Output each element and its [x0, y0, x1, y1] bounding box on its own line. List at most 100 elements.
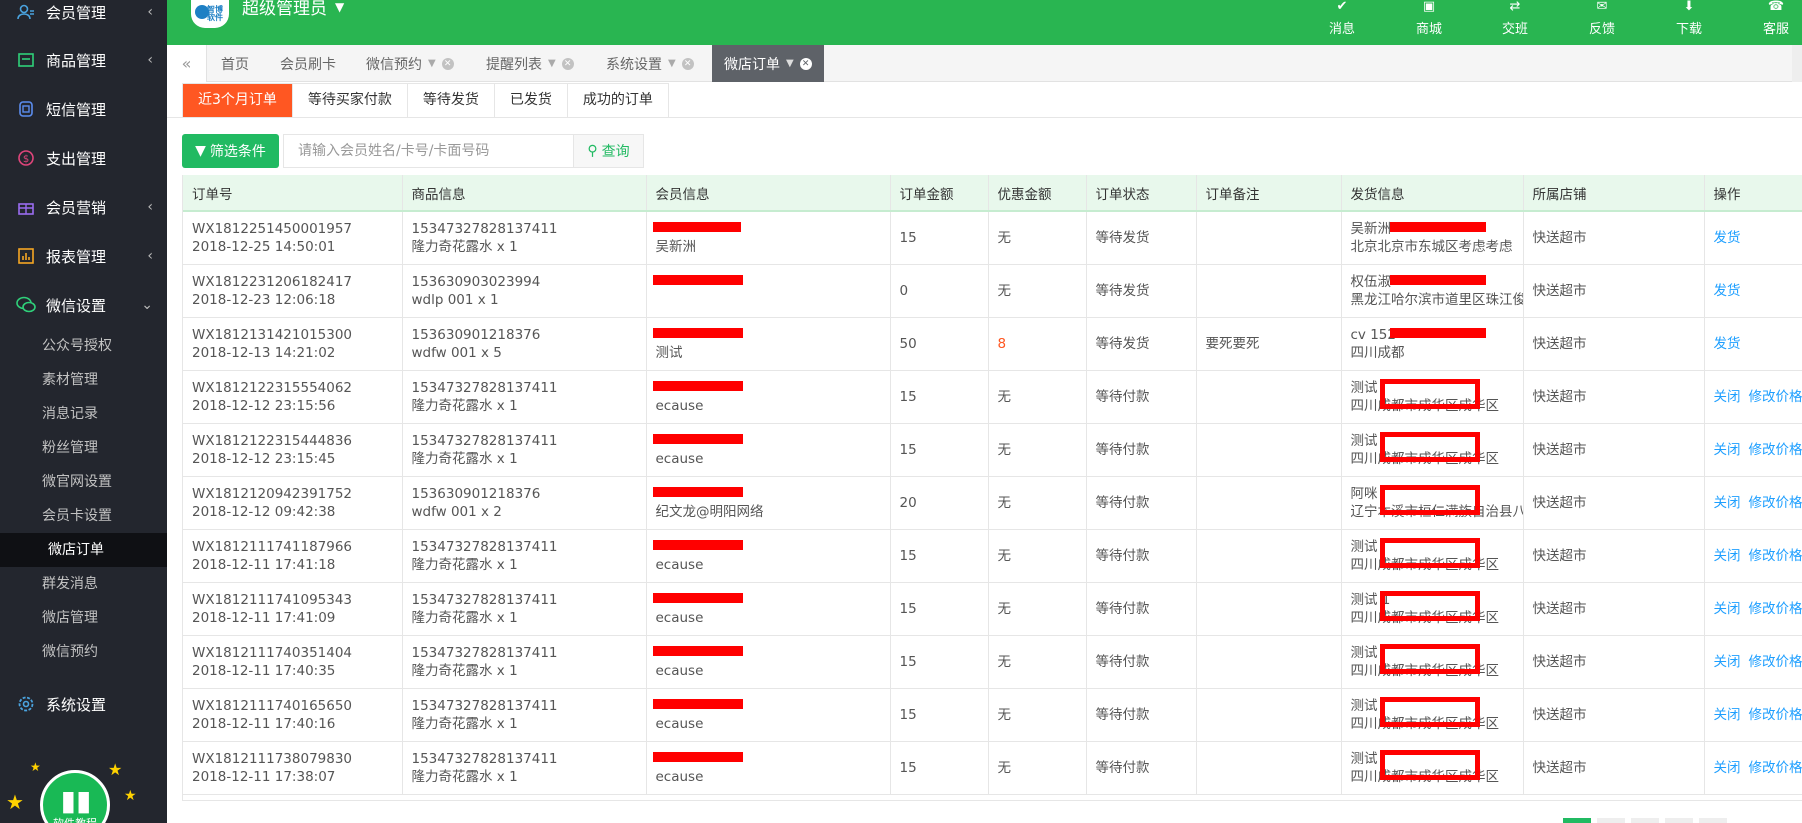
nav-label: 客服: [1762, 22, 1789, 37]
pin-icon[interactable]: ▼: [786, 58, 794, 69]
table-cell-member-line1: ecause: [646, 582, 891, 636]
subtab-awaiting-shipment[interactable]: 等待发货: [406, 84, 494, 117]
tab-reminder-list[interactable]: 提醒列表 ▼ ✕: [486, 45, 574, 82]
sidebar-sub-item[interactable]: 素材管理: [0, 363, 167, 397]
cell-text: 15347327828137411: [411, 591, 558, 608]
horizontal-scrollbar[interactable]: [182, 800, 1802, 823]
modify-price-button[interactable]: 修改价格: [1749, 389, 1802, 405]
nav-download[interactable]: ⬇ 下载: [1659, 0, 1719, 45]
tab-label: 会员刷卡: [280, 56, 336, 73]
nav-message[interactable]: ✔ 消息: [1312, 0, 1372, 45]
sidebar-item-report[interactable]: 报表管理 ‹: [0, 232, 167, 280]
sidebar-sub-item[interactable]: 会员卡设置: [0, 499, 167, 533]
close-order-button[interactable]: 关闭: [1714, 442, 1741, 458]
modify-price-button[interactable]: 修改价格: [1749, 654, 1802, 670]
tab-home[interactable]: 首页: [221, 45, 249, 82]
pagination-item[interactable]: [1665, 818, 1693, 823]
orders-table-container: 订单号 商品信息 会员信息 订单金额 优惠金额 订单状态 订单备注 发货信息 所…: [182, 175, 1802, 800]
sidebar-item-expense[interactable]: $ 支出管理: [0, 134, 167, 182]
cell-text: 15347327828137411: [411, 379, 558, 396]
nav-feedback[interactable]: ✉ 反馈: [1572, 0, 1632, 45]
ship-button[interactable]: 发货: [1714, 230, 1741, 246]
pin-icon[interactable]: ▼: [428, 58, 436, 69]
pagination-item[interactable]: [1699, 818, 1727, 823]
cell-text: 无: [997, 706, 1012, 723]
tab-wechat-store-orders[interactable]: 微店订单 ▼ ✕: [712, 45, 824, 82]
cell-text: 2018-12-11 17:38:07: [192, 768, 336, 785]
modify-price-button[interactable]: 修改价格: [1749, 707, 1802, 723]
tutorial-button[interactable]: ▮▮ 软件教程: [40, 770, 110, 823]
pagination-current[interactable]: [1563, 818, 1591, 823]
sidebar-item-marketing[interactable]: 会员营销 ‹: [0, 183, 167, 231]
tab-wechat-booking[interactable]: 微信预约 ▼ ✕: [366, 45, 454, 82]
search-button[interactable]: ⚲ 查询: [573, 134, 644, 168]
sidebar-item-goods[interactable]: 商品管理 ‹: [0, 36, 167, 84]
sidebar-sub-item[interactable]: 粉丝管理: [0, 431, 167, 465]
sms-icon: [16, 99, 36, 119]
close-icon[interactable]: ✕: [441, 57, 454, 70]
tab-scroll-left-button[interactable]: «: [167, 45, 207, 82]
pin-icon[interactable]: ▼: [668, 58, 676, 69]
pin-icon[interactable]: ▼: [548, 58, 556, 69]
sidebar-item-system[interactable]: 系统设置: [0, 680, 167, 728]
sidebar-sub-item[interactable]: 微信预约: [0, 635, 167, 669]
modify-price-button[interactable]: 修改价格: [1749, 548, 1802, 564]
sidebar-sub-item[interactable]: 消息记录: [0, 397, 167, 431]
table-cell-remark: [1196, 211, 1342, 265]
sidebar-sub-item-active[interactable]: 微店订单: [0, 533, 167, 567]
table-cell-member-line1: ecause: [646, 688, 891, 742]
sidebar-item-member[interactable]: 会员管理 ‹: [0, 0, 167, 36]
cell-text: ecause: [655, 715, 704, 732]
cell-text: ecause: [655, 556, 704, 573]
close-order-button[interactable]: 关闭: [1714, 707, 1741, 723]
ship-button[interactable]: 发货: [1714, 283, 1741, 299]
sidebar-sub-item[interactable]: 微官网设置: [0, 465, 167, 499]
modify-price-button[interactable]: 修改价格: [1749, 442, 1802, 458]
close-order-button[interactable]: 关闭: [1714, 601, 1741, 617]
sidebar-sub-item[interactable]: 微店管理: [0, 601, 167, 635]
sidebar-item-wechat[interactable]: 微信设置 ⌄: [0, 281, 167, 329]
close-order-button[interactable]: 关闭: [1714, 654, 1741, 670]
modify-price-button[interactable]: 修改价格: [1749, 601, 1802, 617]
scrollbar[interactable]: [1792, 45, 1802, 82]
sidebar-sub-item[interactable]: 群发消息: [0, 567, 167, 601]
modify-price-button[interactable]: 修改价格: [1749, 495, 1802, 511]
table-cell-goods-code: 15347327828137411 隆力奇花露水 x 1: [402, 370, 647, 424]
redaction-mark: [1379, 484, 1480, 515]
filter-button[interactable]: ▼ 筛选条件: [182, 134, 279, 168]
table-row: WX1812111740165650 2018-12-11 17:40:16 153…: [183, 688, 1802, 742]
sidebar-sub-item[interactable]: 公众号授权: [0, 329, 167, 363]
tab-system-settings[interactable]: 系统设置 ▼ ✕: [606, 45, 694, 82]
close-order-button[interactable]: 关闭: [1714, 760, 1741, 776]
subtab-awaiting-payment[interactable]: 等待买家付款: [291, 84, 407, 117]
sidebar-item-sms[interactable]: 短信管理: [0, 85, 167, 133]
nav-shift[interactable]: ⇄ 交班: [1485, 0, 1545, 45]
table-cell-goods-code: 15347327828137411 隆力奇花露水 x 1: [402, 741, 647, 795]
ship-button[interactable]: 发货: [1714, 336, 1741, 352]
close-icon[interactable]: ✕: [681, 57, 694, 70]
cell-text: 15347327828137411: [411, 697, 558, 714]
search-input[interactable]: [283, 134, 573, 168]
filter-icon: ▼: [195, 143, 206, 159]
close-icon[interactable]: ✕: [799, 57, 812, 70]
close-order-button[interactable]: 关闭: [1714, 495, 1741, 511]
redaction-mark: [652, 486, 743, 497]
nav-mall[interactable]: ▣ 商城: [1399, 0, 1459, 45]
close-order-button[interactable]: 关闭: [1714, 389, 1741, 405]
subtab-completed[interactable]: 成功的订单: [566, 84, 668, 117]
tab-member-card[interactable]: 会员刷卡: [280, 45, 336, 82]
close-order-button[interactable]: 关闭: [1714, 548, 1741, 564]
pagination-item[interactable]: [1631, 818, 1659, 823]
subtab-recent-3-months[interactable]: 近3个月订单: [182, 84, 292, 117]
app-root: 会员管理 ‹ 商品管理 ‹ 短信管理 $ 支出管理 会员营销 ‹ 报表管理 ‹: [0, 0, 1802, 823]
admin-menu[interactable]: 超级管理员 ▼: [242, 0, 344, 19]
cell-text: 无: [997, 600, 1012, 617]
nav-service[interactable]: ☎ 客服: [1746, 0, 1802, 45]
close-icon[interactable]: ✕: [561, 57, 574, 70]
cell-text: wdlp 001 x 1: [411, 291, 499, 308]
table-row: WX1812122315554062 2018-12-12 23:15:56 153…: [183, 370, 1802, 424]
subtab-shipped[interactable]: 已发货: [493, 84, 567, 117]
pagination-item[interactable]: [1597, 818, 1625, 823]
cell-text: 等待付款: [1095, 653, 1150, 670]
modify-price-button[interactable]: 修改价格: [1749, 760, 1802, 776]
